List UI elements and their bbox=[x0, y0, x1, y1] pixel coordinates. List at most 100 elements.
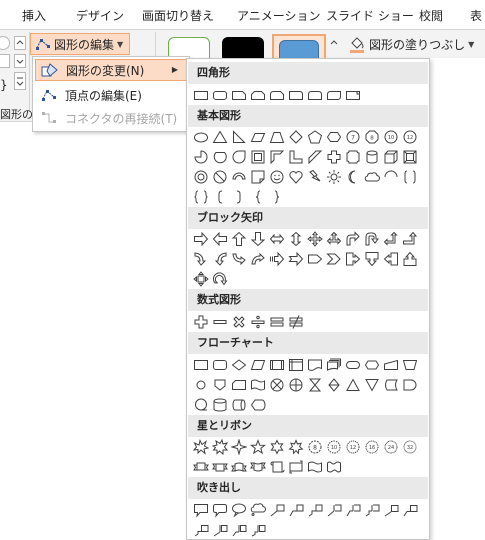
shape-punched-tape-button[interactable] bbox=[248, 375, 267, 394]
shape-manual-operation-button[interactable] bbox=[400, 355, 419, 374]
shape-right-triangle-button[interactable] bbox=[229, 127, 248, 146]
shape-direct-access-button[interactable] bbox=[229, 395, 248, 414]
shape-round-single-button[interactable] bbox=[286, 85, 305, 104]
shape-block-arc-button[interactable] bbox=[229, 167, 248, 186]
shape-manual-input-button[interactable] bbox=[381, 355, 400, 374]
shape-frame-button[interactable] bbox=[248, 147, 267, 166]
shape-double-brace-button[interactable] bbox=[191, 187, 210, 206]
shape-heptagon-button[interactable]: 7 bbox=[343, 127, 362, 146]
shape-star10-button[interactable]: 10 bbox=[324, 437, 343, 456]
edit-shape-button[interactable]: 図形の編集 ▼ bbox=[30, 33, 130, 55]
shape-ribbon-down-button[interactable] bbox=[210, 457, 229, 476]
shape-sort-button[interactable] bbox=[324, 375, 343, 394]
shape-pentagon-arrow-button[interactable] bbox=[305, 249, 324, 268]
shape-donut-button[interactable] bbox=[191, 167, 210, 186]
shape-accent-callout3-button[interactable] bbox=[362, 500, 381, 519]
shape-summing-button[interactable] bbox=[267, 375, 286, 394]
shape-cube-button[interactable] bbox=[381, 147, 400, 166]
shape-document-button[interactable] bbox=[305, 355, 324, 374]
shape-rect-callout-button[interactable] bbox=[191, 500, 210, 519]
gallery-scroll-up[interactable] bbox=[14, 36, 26, 50]
shape-snip-round-button[interactable] bbox=[267, 85, 286, 104]
shape-extract-button[interactable] bbox=[343, 375, 362, 394]
shape-can-button[interactable] bbox=[362, 147, 381, 166]
shape-border-callout2-button[interactable] bbox=[400, 500, 419, 519]
shape-ribbon-up-button[interactable] bbox=[191, 457, 210, 476]
tab-transitions[interactable]: 画面切り替え bbox=[142, 7, 214, 24]
shape-decagon-button[interactable]: 10 bbox=[381, 127, 400, 146]
shape-down-arrow-button[interactable] bbox=[248, 229, 267, 248]
shape-left-right-arrow-button[interactable] bbox=[267, 229, 286, 248]
shape-lightning-button[interactable] bbox=[305, 167, 324, 186]
shape-explosion1-button[interactable] bbox=[191, 437, 210, 456]
shape-hexagon-button[interactable] bbox=[324, 127, 343, 146]
shape-plaque-button[interactable] bbox=[343, 147, 362, 166]
shape-collate-button[interactable] bbox=[305, 375, 324, 394]
shape-star12-button[interactable]: 12 bbox=[343, 437, 362, 456]
shape-dodecagon-button[interactable]: 12 bbox=[400, 127, 419, 146]
shape-more-button[interactable] bbox=[0, 54, 10, 68]
shape-vertical-scroll-button[interactable] bbox=[267, 457, 286, 476]
shape-wave-button[interactable] bbox=[305, 457, 324, 476]
shape-parallelogram-button[interactable] bbox=[248, 127, 267, 146]
shape-brace-icon[interactable]: } bbox=[0, 78, 8, 92]
shape-quad-arrow-button[interactable] bbox=[305, 229, 324, 248]
shape-up-down-arrow-button[interactable] bbox=[286, 229, 305, 248]
shape-chevron-button[interactable] bbox=[324, 249, 343, 268]
shape-math-divide-button[interactable] bbox=[248, 312, 267, 331]
shape-accent-border-callout3-button[interactable] bbox=[248, 520, 267, 539]
shape-curved-left-button[interactable] bbox=[210, 249, 229, 268]
shape-star8-button[interactable]: 8 bbox=[305, 437, 324, 456]
shape-oval-callout-button[interactable] bbox=[229, 500, 248, 519]
shape-cloud-button[interactable] bbox=[362, 167, 381, 186]
shape-star5-button[interactable] bbox=[248, 437, 267, 456]
shape-cloud-callout-button[interactable] bbox=[248, 500, 267, 519]
shape-no-symbol-button[interactable] bbox=[210, 167, 229, 186]
shape-up-arrow-button[interactable] bbox=[229, 229, 248, 248]
shape-pie-button[interactable] bbox=[191, 147, 210, 166]
shape-curved-right-button[interactable] bbox=[191, 249, 210, 268]
shape-round-callout-button[interactable] bbox=[210, 500, 229, 519]
shape-pentagon-button[interactable] bbox=[305, 127, 324, 146]
shape-teardrop-button[interactable] bbox=[229, 147, 248, 166]
shape-accent-border-callout2-button[interactable] bbox=[229, 520, 248, 539]
shape-border-callout3-button[interactable] bbox=[191, 520, 210, 539]
gallery-more-button[interactable] bbox=[14, 72, 26, 90]
shape-rect-button[interactable] bbox=[191, 85, 210, 104]
shape-double-bracket-button[interactable] bbox=[400, 167, 419, 186]
shape-arc-button[interactable] bbox=[381, 167, 400, 186]
shape-predefined-button[interactable] bbox=[267, 355, 286, 374]
shape-half-frame-button[interactable] bbox=[267, 147, 286, 166]
shape-quad-callout-button[interactable] bbox=[191, 269, 210, 288]
shape-accent-callout1-button[interactable] bbox=[324, 500, 343, 519]
shape-line-callout1-button[interactable] bbox=[267, 500, 286, 519]
shape-delay-button[interactable] bbox=[400, 375, 419, 394]
shape-magnetic-disk-button[interactable] bbox=[210, 395, 229, 414]
shape-stored-data-button[interactable] bbox=[381, 375, 400, 394]
shape-curved-ribbon-up-button[interactable] bbox=[229, 457, 248, 476]
shape-bent-up-arrow-button[interactable] bbox=[400, 229, 419, 248]
shape-up-callout-button[interactable] bbox=[400, 249, 419, 268]
shape-curved-down-button[interactable] bbox=[248, 249, 267, 268]
shape-striped-right-button[interactable] bbox=[267, 249, 286, 268]
shape-right-bracket-button[interactable] bbox=[229, 187, 248, 206]
shape-right-arrow-button[interactable] bbox=[191, 229, 210, 248]
shape-sun-button[interactable] bbox=[324, 167, 343, 186]
shape-curved-up-button[interactable] bbox=[229, 249, 248, 268]
shape-connector-button[interactable] bbox=[191, 375, 210, 394]
shape-star4-button[interactable] bbox=[229, 437, 248, 456]
shape-double-wave-button[interactable] bbox=[324, 457, 343, 476]
shape-trapezoid-button[interactable] bbox=[267, 127, 286, 146]
gallery-scroll-down[interactable] bbox=[14, 54, 26, 68]
shape-data-button[interactable] bbox=[248, 355, 267, 374]
shape-accent-callout2-button[interactable] bbox=[343, 500, 362, 519]
shape-star6-button[interactable] bbox=[267, 437, 286, 456]
tab-slideshow[interactable]: スライド ショー bbox=[326, 7, 414, 24]
shape-snip-rect2-button[interactable] bbox=[248, 85, 267, 104]
shape-curved-ribbon-down-button[interactable] bbox=[248, 457, 267, 476]
shape-octagon-button[interactable]: 8 bbox=[362, 127, 381, 146]
shape-sequential-button[interactable] bbox=[191, 395, 210, 414]
shape-left-bracket-button[interactable] bbox=[210, 187, 229, 206]
shape-multidocument-button[interactable] bbox=[324, 355, 343, 374]
shape-star32-button[interactable]: 32 bbox=[400, 437, 419, 456]
